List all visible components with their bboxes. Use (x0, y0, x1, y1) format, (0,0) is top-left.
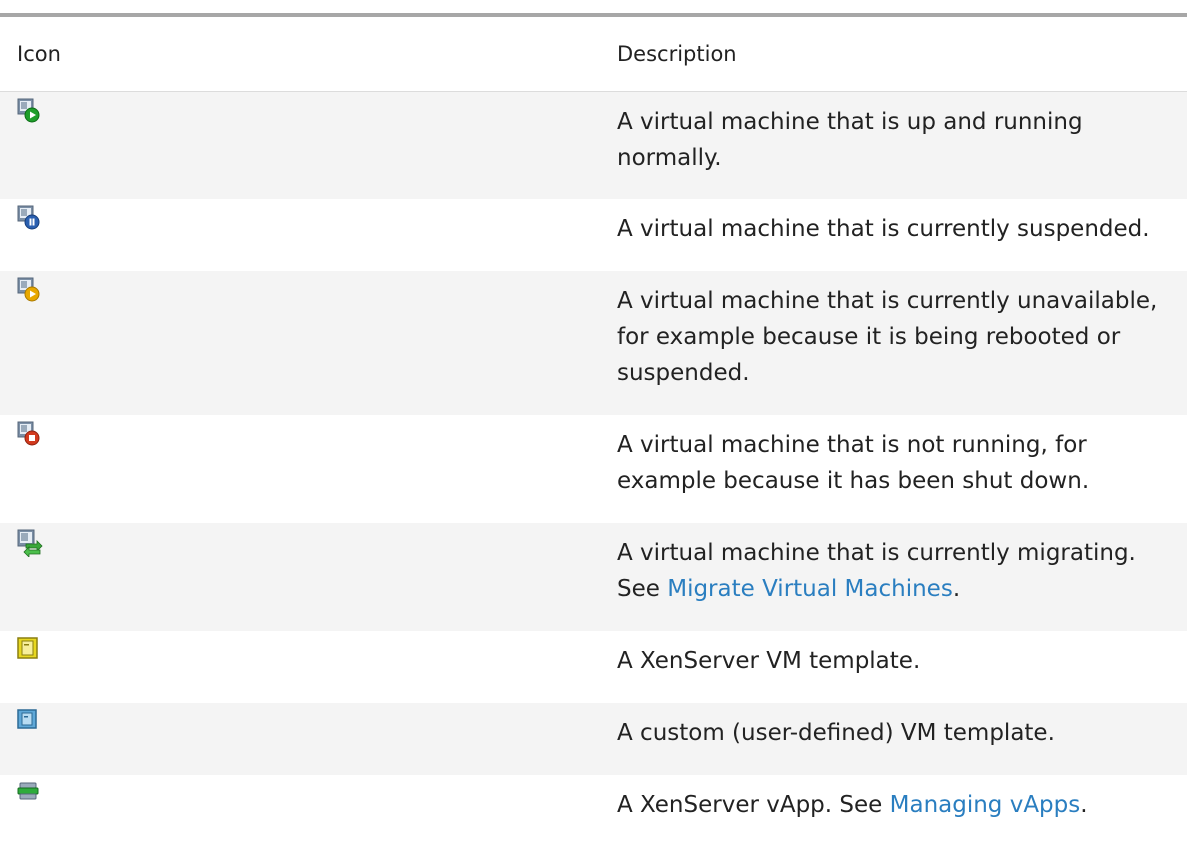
vm-running-icon (17, 98, 617, 124)
icon-column-header: Icon (0, 34, 617, 92)
icon-cell (0, 271, 617, 415)
top-rule (0, 13, 1187, 17)
description-cell: A XenServer vApp. See Managing vApps. (617, 775, 1187, 843)
custom-template-icon (17, 709, 617, 733)
icon-cell (0, 199, 617, 271)
vm-migrating-icon (17, 529, 617, 557)
table-row: A custom (user-defined) VM template. (0, 703, 1187, 775)
description-text: A virtual machine that is currently migr… (617, 540, 1136, 566)
vm-suspended-icon (17, 205, 617, 231)
page: Icon Description A virtual machine that … (0, 0, 1187, 818)
icon-cell (0, 775, 617, 843)
icon-cell (0, 415, 617, 523)
description-cell: A XenServer VM template. (617, 648, 921, 674)
xenserver-template-icon (17, 637, 617, 661)
description-cell: A virtual machine that is currently susp… (617, 216, 1150, 242)
description-text: A XenServer vApp. See (617, 792, 883, 818)
vm-icons-table: Icon Description A virtual machine that … (0, 34, 1187, 843)
description-cell: A virtual machine that is up and running… (617, 91, 1187, 199)
managing-vapps-link[interactable]: Managing vApps (890, 792, 1081, 818)
icon-cell (0, 91, 617, 199)
description-cell: A virtual machine that is currently unav… (617, 271, 1187, 415)
icon-cell (0, 631, 617, 703)
vapp-icon (17, 781, 617, 803)
period: . (1080, 792, 1088, 818)
see-label: See (617, 576, 660, 602)
description-cell: A custom (user-defined) VM template. (617, 703, 1187, 775)
description-column-header: Description (617, 34, 1187, 92)
table-row: A XenServer VM template. (0, 631, 1187, 703)
migrate-virtual-machines-link[interactable]: Migrate Virtual Machines (667, 576, 953, 602)
description-cell: A virtual machine that is not running, f… (617, 432, 1090, 494)
table-row: A virtual machine that is currently susp… (0, 199, 1187, 271)
table-row: A virtual machine that is up and running… (0, 91, 1187, 199)
description-cell: A virtual machine that is currently migr… (617, 523, 1187, 631)
table-row: A virtual machine that is currently migr… (0, 523, 1187, 631)
vm-unavailable-icon (17, 277, 617, 303)
table-row: A virtual machine that is not running, f… (0, 415, 1187, 523)
icon-cell (0, 703, 617, 775)
table-row: A XenServer vApp. See Managing vApps. (0, 775, 1187, 843)
icon-cell (0, 523, 617, 631)
table-header-row: Icon Description (0, 34, 1187, 92)
vm-stopped-icon (17, 421, 617, 447)
table-row: A virtual machine that is currently unav… (0, 271, 1187, 415)
period: . (952, 576, 961, 602)
